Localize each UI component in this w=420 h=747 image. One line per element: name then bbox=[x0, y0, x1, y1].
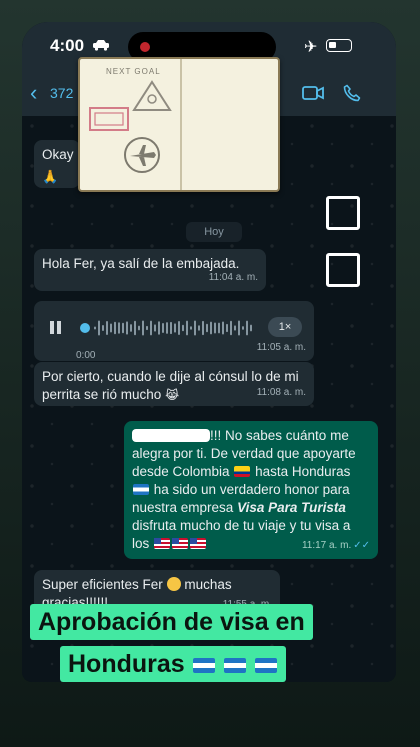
waveform-bar bbox=[158, 321, 160, 335]
waveform-bar bbox=[162, 322, 164, 334]
waveform-bar bbox=[166, 322, 168, 334]
phone-call-icon[interactable] bbox=[343, 84, 361, 102]
waveform-bar bbox=[94, 326, 96, 330]
laughing-emoji-icon: 😹 bbox=[165, 388, 180, 402]
checkbox-drawing-icon bbox=[326, 253, 360, 287]
waveform-bar bbox=[214, 322, 216, 334]
waveform-bar bbox=[134, 320, 136, 336]
waveform-bar bbox=[110, 323, 112, 333]
message-time: 11:04 a. m. bbox=[208, 272, 258, 283]
message-text-part: hasta Honduras bbox=[255, 464, 351, 479]
waveform-bar bbox=[238, 320, 240, 336]
waveform-bar bbox=[138, 325, 140, 331]
brand-name: Visa Para Turista bbox=[237, 500, 346, 515]
waveform-bar bbox=[150, 320, 152, 336]
waveform-bar bbox=[114, 321, 116, 335]
honduras-flag-icon bbox=[254, 658, 277, 673]
battery-icon bbox=[326, 39, 352, 52]
waveform-bar bbox=[142, 320, 144, 336]
honduras-flag-icon bbox=[223, 658, 246, 673]
waveform-bar bbox=[146, 325, 148, 331]
message-incoming[interactable]: Okay 🙏 bbox=[34, 140, 80, 188]
message-time: 11:05 a. m. bbox=[256, 342, 306, 353]
waveform-bar bbox=[242, 326, 244, 330]
playback-speed-button[interactable]: 1× bbox=[268, 317, 302, 337]
waveform-bar bbox=[130, 324, 132, 332]
banner-line-1: Aprobación de visa en bbox=[30, 604, 313, 640]
waveform-bar bbox=[102, 324, 104, 332]
contact-name[interactable]: 372 bbox=[50, 85, 73, 101]
waveform-bar bbox=[126, 321, 128, 335]
waveform-bar bbox=[230, 320, 232, 336]
read-receipt-icon: ✓✓ bbox=[353, 540, 370, 551]
status-time: 4:00 bbox=[50, 36, 85, 55]
waveform-bar bbox=[206, 323, 208, 333]
usa-flag-icon bbox=[154, 538, 171, 549]
audio-waveform bbox=[94, 320, 252, 336]
waveform-bar bbox=[98, 320, 100, 336]
waveform-bar bbox=[118, 322, 120, 334]
banner-line-2-text: Honduras bbox=[68, 650, 185, 678]
passport-fold bbox=[180, 59, 182, 190]
passport-stamp-label: NEXT GOAL bbox=[106, 67, 161, 76]
waveform-bar bbox=[202, 320, 204, 336]
waveform-bar bbox=[190, 326, 192, 330]
pause-icon[interactable] bbox=[50, 321, 64, 335]
waveform-bar bbox=[106, 320, 108, 336]
red-stamp-icon bbox=[89, 107, 129, 131]
audio-scrubber[interactable] bbox=[80, 323, 90, 333]
airplane-mode-icon: ✈ bbox=[304, 39, 318, 56]
waveform-bar bbox=[234, 325, 236, 331]
message-incoming[interactable]: Por cierto, cuando le dije al cónsul lo … bbox=[34, 362, 314, 406]
waveform-bar bbox=[222, 321, 224, 335]
colombia-flag-icon bbox=[234, 466, 251, 477]
waveform-bar bbox=[198, 325, 200, 331]
usa-flag-icon bbox=[172, 538, 189, 549]
message-time: 11:17 a. m. ✓✓ bbox=[302, 537, 370, 555]
waveform-bar bbox=[154, 324, 156, 332]
recording-indicator-icon bbox=[140, 42, 150, 52]
waveform-bar bbox=[194, 320, 196, 336]
pleading-face-emoji-icon bbox=[166, 577, 181, 591]
voice-message[interactable]: 1× 0:00 11:05 a. m. bbox=[34, 301, 314, 361]
waveform-bar bbox=[226, 323, 228, 333]
car-icon bbox=[93, 40, 109, 51]
praying-hands-emoji-icon: 🙏 bbox=[42, 169, 59, 184]
waveform-bar bbox=[250, 324, 252, 332]
waveform-bar bbox=[122, 322, 124, 334]
message-time: 11:08 a. m. bbox=[256, 387, 306, 398]
message-outgoing[interactable]: !!! No sabes cuánto me alegra por ti. De… bbox=[124, 421, 378, 559]
message-time-text: 11:17 a. m. bbox=[301, 540, 352, 551]
honduras-flag-icon bbox=[192, 658, 215, 673]
honduras-flag-icon bbox=[133, 484, 149, 495]
date-divider: Hoy bbox=[186, 222, 242, 242]
waveform-bar bbox=[170, 321, 172, 335]
triangle-stamp-icon bbox=[132, 80, 172, 111]
message-text: Okay bbox=[42, 147, 74, 162]
waveform-bar bbox=[218, 322, 220, 334]
waveform-bar bbox=[182, 324, 184, 332]
waveform-bar bbox=[186, 320, 188, 336]
video-call-icon[interactable] bbox=[302, 85, 324, 101]
usa-flag-icon bbox=[190, 538, 207, 549]
waveform-bar bbox=[174, 323, 176, 333]
banner-line-2: Honduras bbox=[60, 646, 286, 682]
message-text: Super eficientes Fer bbox=[42, 577, 163, 592]
checkbox-drawing-icon bbox=[326, 196, 360, 230]
waveform-bar bbox=[178, 321, 180, 335]
waveform-bar bbox=[210, 321, 212, 335]
message-incoming[interactable]: Hola Fer, ya salí de la embajada. 11:04 … bbox=[34, 249, 266, 291]
passport-sticker: NEXT GOAL bbox=[78, 57, 280, 192]
redacted-name bbox=[132, 429, 210, 442]
back-chevron-icon[interactable]: ‹ bbox=[30, 80, 37, 106]
waveform-bar bbox=[246, 320, 248, 336]
airplane-stamp-icon bbox=[124, 137, 160, 173]
